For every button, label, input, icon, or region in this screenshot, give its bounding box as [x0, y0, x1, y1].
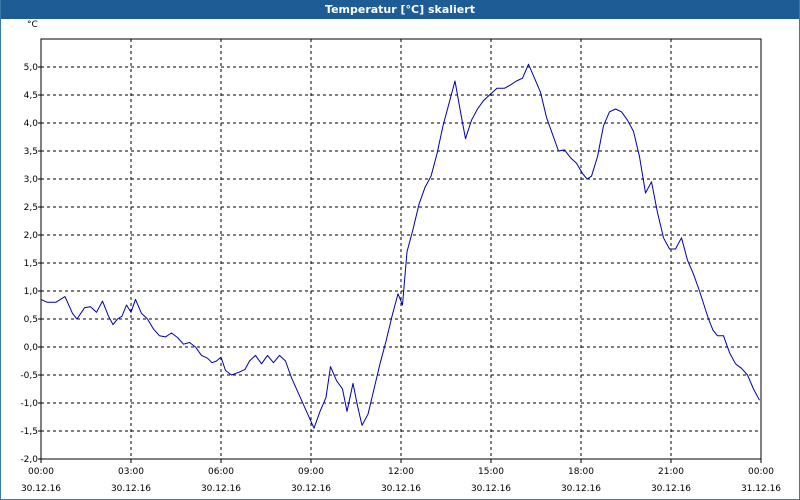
x-tick-date-label: 30.12.16	[381, 484, 421, 494]
x-tick-time-label: 18:00	[568, 467, 594, 477]
x-tick-date-label: 30.12.16	[471, 484, 511, 494]
y-axis-label: °C	[27, 20, 38, 30]
y-tick-label: 0,0	[24, 343, 39, 353]
y-tick-label: 5,0	[24, 63, 39, 73]
y-tick-label: 4,0	[24, 119, 39, 129]
y-tick-label: -1,5	[20, 427, 38, 437]
chart-series	[40, 63, 760, 429]
x-tick-time-label: 15:00	[478, 467, 504, 477]
x-tick-date-label: 30.12.16	[111, 484, 151, 494]
x-tick-time-label: 06:00	[208, 467, 234, 477]
x-tick-date-label: 31.12.16	[741, 484, 781, 494]
temperature-line-chart: -2,0 -1,5 -1,0 -0,5 0,0 0,5 1,0 1,5 2,0 2,5 3,0 3,5…	[20, 20, 781, 494]
x-tick-time-label: 12:00	[388, 467, 414, 477]
y-tick-label: 3,0	[24, 175, 39, 185]
y-tick-label: -0,5	[20, 371, 38, 381]
y-tick-label: 2,0	[24, 231, 39, 241]
temperature-series-line	[40, 63, 760, 429]
y-tick-label: 1,0	[24, 287, 39, 297]
y-tick-label: 3,5	[24, 147, 38, 157]
y-tick-label: -2,0	[20, 455, 38, 465]
x-tick-date-label: 30.12.16	[291, 484, 331, 494]
x-tick-time-label: 00:00	[28, 467, 54, 477]
y-tick-label: -1,0	[20, 399, 38, 409]
chart-axes	[38, 38, 762, 463]
y-tick-label: 4,5	[24, 91, 38, 101]
x-tick-time-label: 09:00	[298, 467, 324, 477]
chart-grid	[41, 39, 761, 460]
x-tick-time-label: 21:00	[658, 467, 684, 477]
x-tick-date-label: 30.12.16	[21, 484, 61, 494]
x-tick-date-label: 30.12.16	[201, 484, 241, 494]
x-tick-time-label: 00:00	[748, 467, 774, 477]
y-tick-label: 0,5	[24, 315, 38, 325]
window-title: Temperatur [°C] skaliert	[1, 0, 799, 19]
chart-window: Temperatur [°C] skaliert -2,0 -1,5 -1,0 -0,…	[0, 0, 800, 500]
x-tick-date-label: 30.12.16	[561, 484, 601, 494]
y-tick-label: 2,5	[24, 203, 38, 213]
x-tick-time-label: 03:00	[118, 467, 144, 477]
y-tick-label: 1,5	[24, 259, 38, 269]
x-tick-date-label: 30.12.16	[651, 484, 691, 494]
